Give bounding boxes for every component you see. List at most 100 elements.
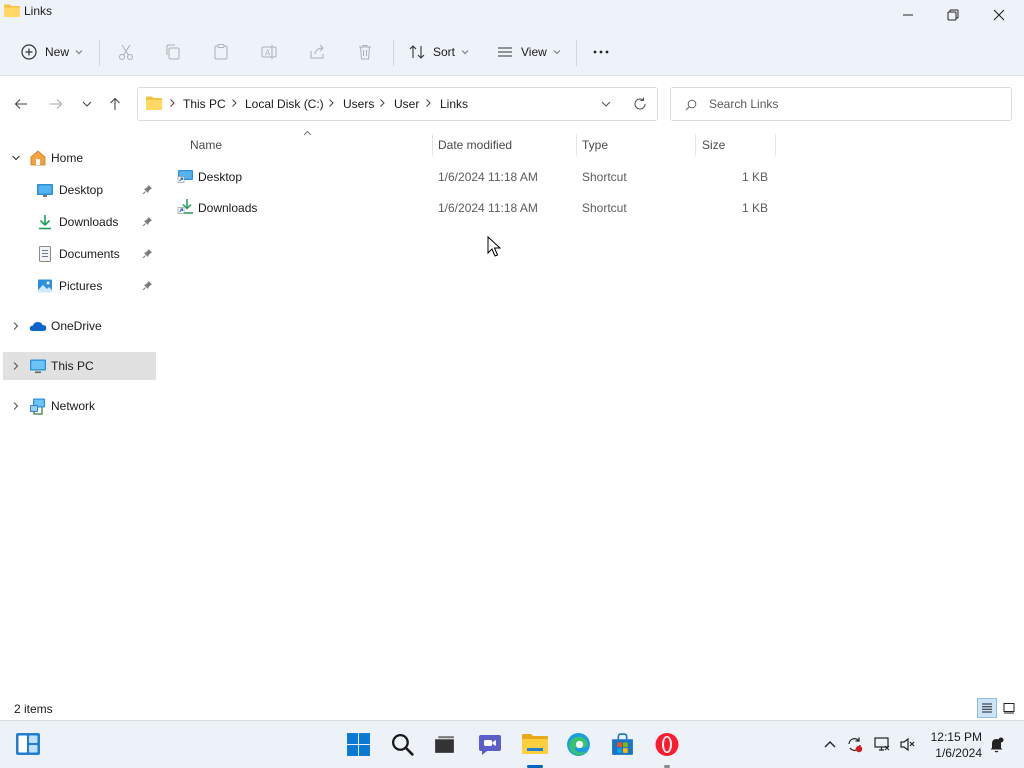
column-divider[interactable] <box>695 134 696 156</box>
file-row-desktop[interactable]: Desktop 1/6/2024 11:18 AM Shortcut 1 KB <box>170 162 776 190</box>
breadcrumb-this-pc[interactable]: This PC <box>183 97 226 111</box>
column-header-name[interactable]: Name <box>190 138 222 160</box>
chevron-right-icon <box>329 99 334 107</box>
arrow-right-icon <box>50 99 63 109</box>
rename-button[interactable]: A <box>260 38 278 66</box>
close-icon <box>993 9 1005 21</box>
navigation-pane: Home Desktop Downloads Documents Picture… <box>0 130 158 695</box>
breadcrumb-users[interactable]: Users <box>343 97 374 111</box>
file-date: 1/6/2024 11:18 AM <box>438 201 538 215</box>
delete-button[interactable] <box>356 38 374 66</box>
pin-icon[interactable] <box>142 216 153 227</box>
sync-icon[interactable] <box>846 736 863 753</box>
chevron-down-icon[interactable] <box>600 98 612 110</box>
sidebar-item-documents[interactable]: Documents <box>3 240 156 268</box>
pin-icon[interactable] <box>142 184 153 195</box>
chevron-right-icon[interactable] <box>11 401 21 411</box>
more-options-button[interactable] <box>592 38 610 66</box>
search-input[interactable] <box>709 96 999 112</box>
sidebar-item-onedrive[interactable]: OneDrive <box>3 312 156 340</box>
file-name: Downloads <box>198 201 258 215</box>
forward-button[interactable] <box>45 93 67 115</box>
breadcrumb-links[interactable]: Links <box>440 97 468 111</box>
chevron-down-icon <box>553 50 561 55</box>
downloads-shortcut-icon <box>177 199 193 214</box>
network-status-icon[interactable] <box>873 736 890 753</box>
file-type: Shortcut <box>582 201 627 215</box>
file-size: 1 KB <box>741 201 768 215</box>
tiles-view-button[interactable] <box>999 698 1019 718</box>
column-header-date[interactable]: Date modified <box>438 138 512 160</box>
sidebar-item-this-pc[interactable]: This PC <box>3 352 156 380</box>
svg-text:A: A <box>265 49 271 58</box>
sort-ascending-icon <box>303 130 312 136</box>
share-button[interactable] <box>308 38 326 66</box>
refresh-icon[interactable] <box>633 97 647 111</box>
volume-muted-icon[interactable] <box>899 736 916 753</box>
chevron-right-icon <box>380 99 385 107</box>
clock-time: 12:15 PM <box>930 730 982 744</box>
chevron-right-icon <box>170 99 175 107</box>
view-button[interactable]: View <box>496 38 561 66</box>
view-icon <box>498 47 512 57</box>
edge-browser-icon[interactable] <box>566 732 591 757</box>
back-button[interactable] <box>10 93 32 115</box>
widgets-icon[interactable] <box>15 732 41 756</box>
microsoft-store-icon[interactable] <box>610 732 635 757</box>
column-header-type[interactable]: Type <box>582 138 608 160</box>
sidebar-item-downloads[interactable]: Downloads <box>3 208 156 236</box>
search-box[interactable] <box>670 87 1012 121</box>
windows-start-icon[interactable] <box>346 732 371 757</box>
desktop-shortcut-icon <box>177 170 193 183</box>
taskbar-clock[interactable]: 12:15 PM 1/6/2024 <box>926 729 982 761</box>
breadcrumb-local-disk[interactable]: Local Disk (C:) <box>245 97 324 111</box>
opera-browser-icon[interactable] <box>654 732 680 757</box>
pin-icon[interactable] <box>142 280 153 291</box>
file-type: Shortcut <box>582 170 627 184</box>
cut-button[interactable] <box>117 38 135 66</box>
close-button[interactable] <box>976 0 1022 30</box>
column-divider[interactable] <box>576 134 577 156</box>
sidebar-label-downloads: Downloads <box>59 215 119 229</box>
mouse-cursor <box>487 236 501 257</box>
sort-button-label: Sort <box>433 45 456 59</box>
notification-icon[interactable] <box>988 736 1005 753</box>
file-row-downloads[interactable]: Downloads 1/6/2024 11:18 AM Shortcut 1 K… <box>170 193 776 221</box>
address-bar[interactable]: This PC Local Disk (C:) Users User Links <box>137 87 658 121</box>
task-view-icon[interactable] <box>432 732 457 757</box>
sidebar-item-pictures[interactable]: Pictures <box>3 272 156 300</box>
copy-button[interactable] <box>164 38 182 66</box>
chevron-down-icon[interactable] <box>11 153 21 163</box>
sidebar-item-home[interactable]: Home <box>3 144 156 172</box>
sort-button[interactable]: Sort <box>408 38 469 66</box>
column-header-size[interactable]: Size <box>702 138 725 160</box>
column-divider[interactable] <box>775 134 776 156</box>
column-divider[interactable] <box>432 134 433 156</box>
clock-date: 1/6/2024 <box>935 746 982 760</box>
desktop-icon <box>37 184 53 197</box>
pin-icon[interactable] <box>142 248 153 259</box>
tiles-view-icon <box>1003 703 1015 714</box>
sidebar-item-desktop[interactable]: Desktop <box>3 176 156 204</box>
folder-icon <box>146 96 162 110</box>
teams-chat-icon[interactable] <box>477 732 503 757</box>
file-name: Desktop <box>198 170 243 184</box>
breadcrumb-user[interactable]: User <box>394 97 419 111</box>
recent-locations-button[interactable] <box>76 93 98 115</box>
chevron-right-icon[interactable] <box>11 361 21 371</box>
paste-button[interactable] <box>212 38 230 66</box>
minimize-button[interactable] <box>885 0 931 30</box>
sidebar-item-network[interactable]: Network <box>3 392 156 420</box>
chevron-right-icon[interactable] <box>11 321 21 331</box>
new-button[interactable]: New <box>20 38 83 66</box>
file-date: 1/6/2024 11:18 AM <box>438 170 538 184</box>
sidebar-label-documents: Documents <box>59 247 120 261</box>
search-icon[interactable] <box>390 732 415 757</box>
chevron-up-icon[interactable] <box>822 736 838 753</box>
file-explorer-icon[interactable] <box>521 732 549 756</box>
restore-icon <box>947 9 959 21</box>
details-view-button[interactable] <box>977 698 997 718</box>
plus-circle-icon <box>21 44 37 60</box>
up-button[interactable] <box>104 93 126 115</box>
restore-button[interactable] <box>930 0 976 30</box>
